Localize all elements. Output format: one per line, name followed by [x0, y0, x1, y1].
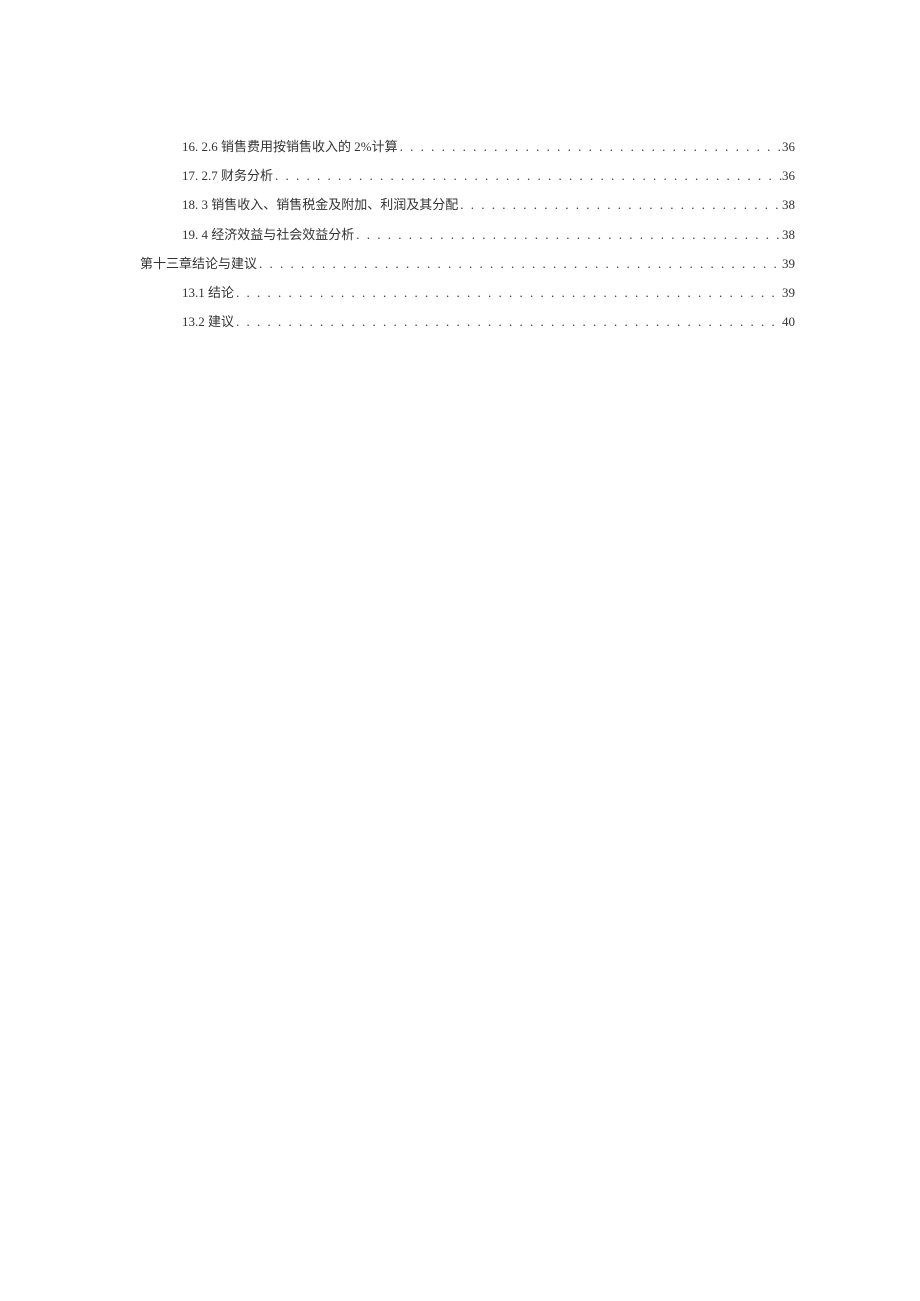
toc-entry: 18. 3 销售收入、销售税金及附加、利润及其分配 38	[140, 196, 795, 214]
toc-chapter-entry: 第十三章结论与建议 39	[140, 255, 795, 273]
toc-entry-page: 39	[782, 284, 795, 302]
toc-entry-page: 38	[782, 226, 795, 244]
toc-leader-dots	[234, 284, 782, 302]
toc-entry: 19. 4 经济效益与社会效益分析 38	[140, 226, 795, 244]
toc-entry-text: 16. 2.6 销售费用按销售收入的 2%计算	[182, 138, 398, 156]
toc-entry-text: 13.2 建议	[182, 313, 234, 331]
toc-entry-text: 19. 4 经济效益与社会效益分析	[182, 226, 354, 244]
toc-entry: 13.1 结论 39	[140, 284, 795, 302]
toc-leader-dots	[257, 255, 782, 273]
toc-entry-page: 39	[782, 255, 795, 273]
toc-entry-page: 38	[782, 196, 795, 214]
toc-entry: 17. 2.7 财务分析 36	[140, 167, 795, 185]
toc-entry-page: 36	[782, 167, 795, 185]
toc-entry-text: 17. 2.7 财务分析	[182, 167, 273, 185]
toc-entry-page: 36	[782, 138, 795, 156]
toc-entry-text: 13.1 结论	[182, 284, 234, 302]
toc-container: 16. 2.6 销售费用按销售收入的 2%计算 36 17. 2.7 财务分析 …	[140, 138, 795, 342]
toc-leader-dots	[273, 167, 782, 185]
toc-entry: 13.2 建议 40	[140, 313, 795, 331]
toc-entry: 16. 2.6 销售费用按销售收入的 2%计算 36	[140, 138, 795, 156]
toc-leader-dots	[354, 226, 782, 244]
toc-leader-dots	[398, 138, 782, 156]
toc-entry-page: 40	[782, 313, 795, 331]
toc-entry-text: 第十三章结论与建议	[140, 255, 257, 273]
toc-leader-dots	[458, 196, 782, 214]
toc-leader-dots	[234, 313, 782, 331]
toc-entry-text: 18. 3 销售收入、销售税金及附加、利润及其分配	[182, 196, 458, 214]
